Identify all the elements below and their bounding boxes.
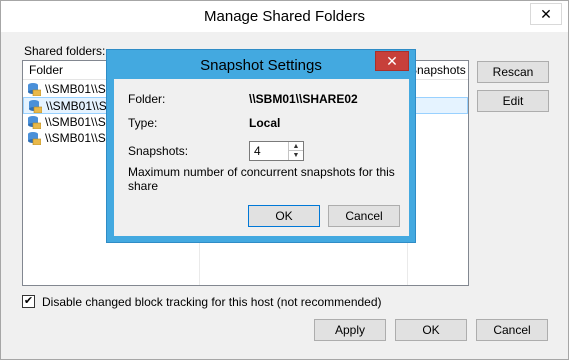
shared-folder-icon: [28, 132, 41, 145]
shared-folder-icon: [28, 83, 41, 96]
folder-name: \\SMB01\\S: [45, 82, 106, 96]
folder-name: \\SMB01\\S: [46, 99, 107, 113]
window-titlebar: Manage Shared Folders ✕: [1, 1, 568, 32]
shared-folder-icon: [28, 116, 41, 129]
stepper-down-icon[interactable]: ▼: [289, 151, 303, 160]
snapshots-label: Snapshots:: [128, 144, 189, 158]
cancel-button[interactable]: Cancel: [476, 319, 548, 341]
apply-button[interactable]: Apply: [314, 319, 386, 341]
column-header-snapshots[interactable]: Snapshots: [407, 61, 469, 79]
type-label: Type:: [128, 116, 158, 130]
snapshots-help-text: Maximum number of concurrent snapshots f…: [128, 165, 395, 193]
window-title: Manage Shared Folders: [204, 8, 365, 25]
edit-button[interactable]: Edit: [477, 90, 549, 112]
shared-folder-icon: [29, 100, 42, 113]
shared-folders-label: Shared folders:: [24, 44, 106, 58]
disable-cbt-label: Disable changed block tracking for this …: [42, 295, 382, 309]
disable-cbt-checkbox[interactable]: ✔: [22, 295, 35, 308]
snapshot-settings-dialog: Snapshot Settings ✕ Folder: \\SBM01\\SHA…: [106, 49, 416, 243]
close-icon[interactable]: ✕: [375, 51, 409, 71]
dialog-titlebar: Snapshot Settings ✕: [107, 50, 415, 79]
type-value: Local: [249, 116, 281, 130]
dialog-body: Folder: \\SBM01\\SHARE02 Type: Local Sna…: [114, 79, 409, 236]
folder-value: \\SBM01\\SHARE02: [249, 92, 358, 106]
ok-button[interactable]: OK: [395, 319, 467, 341]
close-icon[interactable]: ✕: [530, 3, 562, 25]
dialog-ok-button[interactable]: OK: [248, 205, 320, 227]
snapshots-value[interactable]: 4: [254, 144, 261, 158]
folder-name: \\SMB01\\S: [45, 115, 106, 129]
dialog-cancel-button[interactable]: Cancel: [328, 205, 400, 227]
stepper-up-icon[interactable]: ▲: [289, 142, 303, 151]
folder-name: \\SMB01\\S: [45, 131, 106, 145]
snapshots-stepper[interactable]: 4 ▲ ▼: [249, 141, 304, 161]
dialog-title: Snapshot Settings: [200, 57, 322, 74]
folder-label: Folder:: [128, 92, 166, 106]
rescan-button[interactable]: Rescan: [477, 61, 549, 83]
stepper-buttons: ▲ ▼: [288, 142, 303, 160]
